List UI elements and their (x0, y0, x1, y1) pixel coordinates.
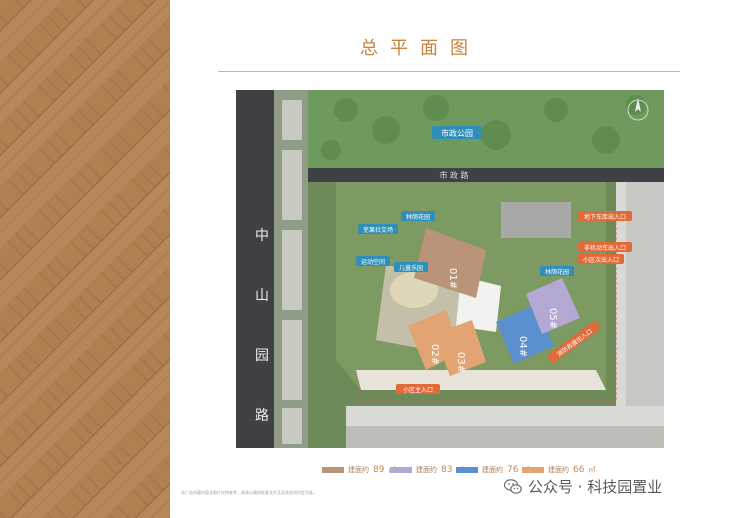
road-top-label: 市 政 路 (439, 170, 468, 180)
page-title: 总平面图 (360, 38, 480, 59)
legend-swatch-orange (522, 467, 544, 473)
legend-label: 建面约 (416, 466, 437, 474)
wechat-icon (504, 478, 522, 494)
left-roadside-buildings (282, 100, 302, 444)
park-label: 市政公园 (441, 128, 473, 138)
road-left-char-4: 路 (255, 408, 269, 424)
wood-texture-panel (0, 0, 170, 518)
watermark-text: 公众号 · 科技园置业 (528, 478, 663, 496)
legend-label: 建面约 (482, 466, 503, 474)
legend-value: 89 (373, 465, 385, 475)
legend-label: 建面约 (548, 466, 569, 474)
road-left-char-2: 山 (255, 288, 269, 304)
legend-item-83: 建面约 83 ㎡ (390, 462, 463, 478)
entry-secondary-label: 小区次出入口 (583, 256, 619, 264)
legend-value: 76 (507, 465, 519, 475)
entry-motor-label: 非机动车出入口 (584, 244, 626, 252)
building-05-label: 05# (547, 308, 558, 329)
title-divider (218, 71, 680, 72)
road-left-char-3: 园 (255, 348, 269, 364)
building-01-label: 01# (447, 268, 458, 289)
building-04-label: 04# (517, 336, 528, 357)
watermark: 公众号 · 科技园置业 (504, 476, 662, 497)
kids-label: 儿童乐园 (399, 264, 423, 272)
legend-swatch-blue (456, 467, 478, 473)
legend-item-89: 建面约 89 ㎡ (322, 462, 395, 478)
legend-swatch-purple (390, 467, 412, 473)
entry-main-label: 小区主入口 (403, 386, 433, 394)
road-top (308, 168, 664, 182)
site-path (356, 370, 606, 390)
social-label: 芜果社交场 (363, 226, 393, 234)
road-left (236, 90, 274, 448)
legend-unit: ㎡ (588, 466, 596, 474)
sport-label: 运动空间 (361, 258, 385, 266)
legend-swatch-tan (322, 467, 344, 473)
building-02-label: 02# (429, 344, 440, 365)
building-03-label: 03# (455, 352, 466, 373)
wood-pattern (0, 0, 170, 518)
legend-label: 建面约 (348, 466, 369, 474)
legend-value: 83 (441, 465, 453, 475)
entry-underground-label: 地下车库出入口 (584, 213, 626, 221)
garage-structure (501, 202, 571, 238)
garden-2-label: 林荫花园 (545, 268, 569, 276)
site-plan-map: 01# 02# 03# 04# 05# 市 政 路 中 山 园 路 市政公园 林… (236, 90, 664, 448)
garden-1-label: 林荫花园 (406, 213, 430, 221)
disclaimer-text: 本广告所载内容及图片仅供参考，具体以政府批准文件及买卖合同约定为准。 (181, 490, 317, 495)
legend-value: 66 (573, 465, 585, 475)
road-left-char-1: 中 (255, 228, 269, 244)
